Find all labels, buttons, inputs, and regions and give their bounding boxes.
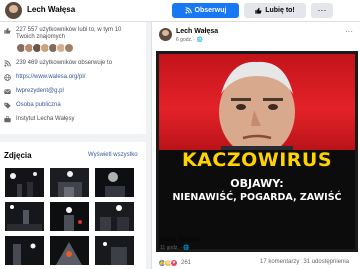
friend-avatars[interactable] — [16, 43, 74, 53]
post-image[interactable]: KACZOWIRUS OBJAWY: NIENAWIŚĆ, POGARDA, Z… — [156, 51, 358, 252]
email-link[interactable]: lwprezydent@g.pl — [16, 88, 64, 95]
shares-count[interactable]: 31 udostępnienia — [303, 259, 349, 265]
photo-thumbnail[interactable] — [95, 202, 134, 231]
photo-thumbnail[interactable] — [50, 202, 89, 231]
engagement-counts: 17 komentarzy 31 udostępnienia — [260, 259, 349, 265]
rss-icon — [4, 60, 11, 67]
category-link[interactable]: Osoba publiczna — [16, 102, 61, 109]
followers-row: 239 469 użytkowników obserwuje to — [4, 60, 112, 67]
page-avatar[interactable] — [5, 2, 22, 19]
like-page-button[interactable]: Lubię to! — [244, 3, 306, 18]
photo-thumbnail[interactable] — [50, 236, 89, 265]
globe-icon — [4, 74, 11, 81]
photo-thumbnail[interactable] — [5, 236, 44, 265]
page-header: Lech Wałęsa Obserwuj Lubię to! ··· — [0, 0, 360, 22]
page-name[interactable]: Lech Wałęsa — [27, 5, 75, 14]
photo-thumbnail[interactable] — [95, 236, 134, 265]
tag-icon — [4, 102, 11, 109]
post-author[interactable]: Lech Wałęsa — [176, 28, 218, 35]
category-row: Osoba publiczna — [4, 102, 61, 109]
post-author-avatar[interactable] — [159, 28, 172, 41]
email-row: lwprezydent@g.pl — [4, 88, 64, 95]
love-reaction-icon: ♥ — [170, 259, 178, 267]
photos-title: Zdjęcia — [4, 151, 32, 160]
photo-thumbnail[interactable] — [5, 202, 44, 231]
poster-symptoms: NIENAWIŚĆ, POGARDA, ZAWIŚĆ — [172, 192, 342, 203]
website-row: https://www.walesa.org/pl/ — [4, 74, 85, 81]
followers-text: 239 469 użytkowników obserwuje to — [16, 60, 113, 66]
rss-icon — [184, 7, 192, 14]
institution-row: Instytut Lecha Wałęsy — [4, 116, 74, 123]
reaction-count: 261 — [181, 260, 192, 266]
photo-thumbnail[interactable] — [5, 168, 44, 197]
mail-icon — [4, 89, 11, 94]
institution-text: Instytut Lecha Wałęsy — [16, 116, 75, 122]
comments-count[interactable]: 17 komentarzy — [260, 259, 299, 265]
follow-button[interactable]: Obserwuj — [172, 3, 239, 18]
photos-card: Zdjęcia Wyświetl wszystko — [0, 142, 146, 269]
poster-subtitle: OBJAWY: — [230, 177, 284, 190]
see-all-photos-link[interactable]: Wyświetl wszystko — [88, 152, 138, 158]
reaction-summary[interactable]: 👍 😆 ♥ 261 — [158, 259, 191, 267]
like-label: Lubię to! — [265, 7, 295, 14]
intro-card: 227 557 użytkowników lubi to, w tym 10 T… — [0, 22, 146, 134]
shared-timestamp[interactable]: 11 godz. · 🌐 — [160, 245, 189, 251]
post-menu-button[interactable]: ··· — [345, 27, 353, 36]
thumbs-up-icon — [4, 27, 11, 34]
website-link[interactable]: https://www.walesa.org/pl/ — [16, 74, 85, 81]
likes-row: 227 557 użytkowników lubi to, w tym 10 T… — [4, 27, 121, 41]
photo-thumbnail[interactable] — [50, 168, 89, 197]
briefcase-icon — [4, 116, 11, 123]
avatar[interactable] — [64, 43, 74, 53]
photo-thumbnail[interactable] — [95, 168, 134, 197]
poster-headline: KACZOWIRUS — [181, 149, 333, 171]
follow-label: Obserwuj — [194, 7, 227, 14]
thumbs-up-icon — [255, 7, 262, 14]
shared-author[interactable]: Iwona Pietrasik — [160, 237, 201, 243]
likes-text-2: Twoich znajomych — [16, 34, 66, 40]
post-timestamp[interactable]: 6 godz. · 🌐 — [176, 37, 203, 43]
post-card: Lech Wałęsa 6 godz. · 🌐 ··· KACZOWIRUS O… — [151, 22, 360, 269]
likes-text: 227 557 użytkowników lubi to, w tym 10 — [16, 27, 122, 33]
portrait-illustration — [219, 61, 295, 154]
more-options-button[interactable]: ··· — [311, 3, 333, 18]
